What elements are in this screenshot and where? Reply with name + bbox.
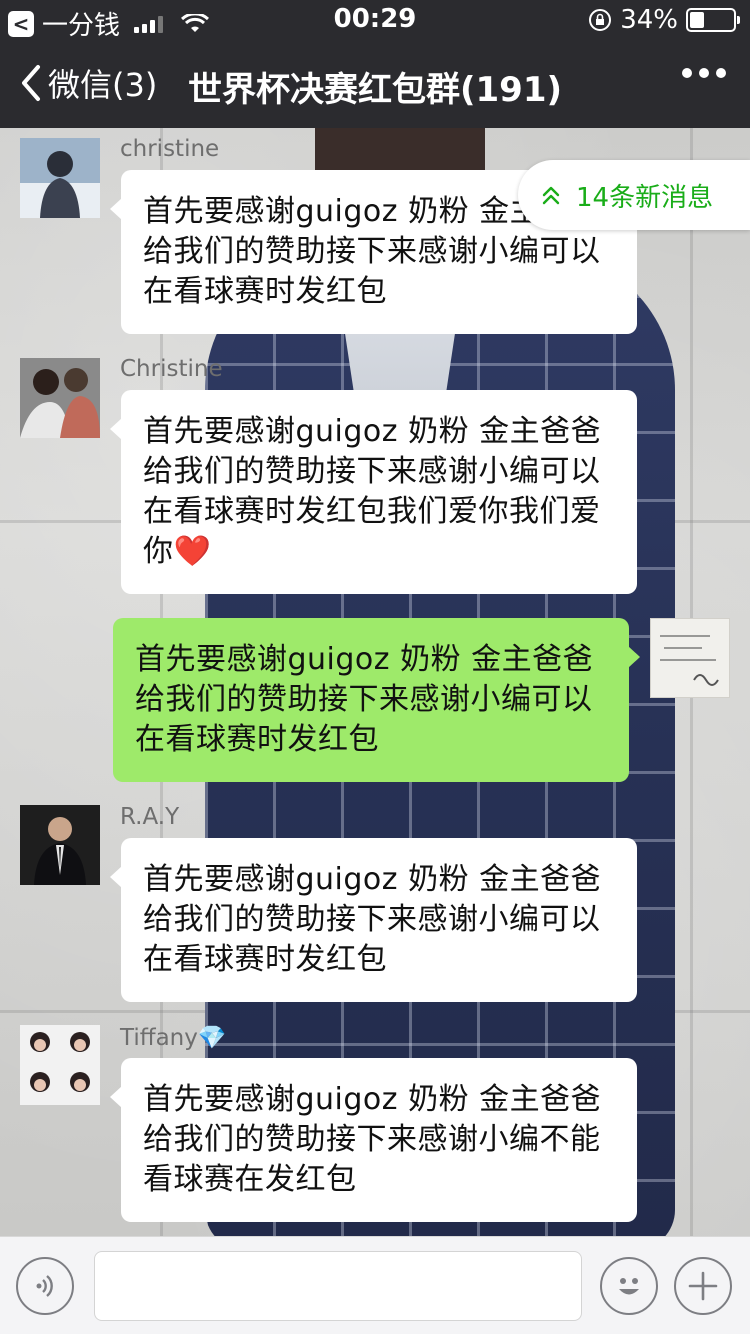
chat-title: 世界杯决赛红包群(191) (187, 70, 563, 110)
avatar[interactable] (20, 138, 100, 218)
avatar[interactable] (20, 805, 100, 885)
double-chevron-up-icon (542, 186, 560, 205)
plus-icon (688, 1271, 718, 1301)
message-text: 首先要感谢guigoz 奶粉 金主爸爸给我们的赞助接下来感谢小编可以在看球赛时发… (143, 862, 602, 977)
diamond-emoji: 💎 (197, 1025, 227, 1051)
voice-icon (36, 1275, 53, 1297)
sender-name: R.A.Y (120, 804, 180, 830)
my-avatar[interactable] (650, 618, 730, 698)
message-input[interactable] (94, 1251, 582, 1321)
new-messages-label: 14条新消息 (576, 182, 714, 213)
avatar[interactable] (20, 358, 100, 438)
status-bar: < 一分钱 00:29 34% (0, 0, 750, 41)
rotation-lock-icon (589, 9, 612, 31)
sender-name: christine (120, 136, 220, 162)
more-button[interactable] (682, 68, 726, 78)
avatar[interactable] (20, 1025, 100, 1105)
message-text: 首先要感谢guigoz 奶粉 金主爸爸给我们的赞助接下来感谢小编可以在看球赛时发… (135, 642, 594, 757)
message-bubble[interactable]: 首先要感谢guigoz 奶粉 金主爸爸给我们的赞助接下来感谢小编可以在看球赛时发… (110, 390, 637, 594)
input-bar (0, 1236, 750, 1334)
message-text: 首先要感谢guigoz 奶粉 金主爸爸给我们的赞助接下来感谢小编可以在看球赛时发… (143, 414, 602, 569)
emoji-icon (619, 1278, 639, 1295)
sender-name: Christine (120, 356, 223, 382)
new-messages-badge[interactable]: 14条新消息 (518, 160, 750, 230)
emoji-button[interactable] (600, 1257, 658, 1315)
message-text: 首先要感谢guigoz 奶粉 金主爸爸给我们的赞助接下来感谢小编不能看球赛在发红… (143, 1082, 602, 1197)
battery-icon (686, 8, 740, 32)
more-dot-icon (699, 68, 709, 78)
sender-name: Tiffany💎 (120, 1025, 227, 1051)
plus-button[interactable] (674, 1257, 732, 1315)
message-bubble[interactable]: 首先要感谢guigoz 奶粉 金主爸爸给我们的赞助接下来感谢小编可以在看球赛时发… (110, 838, 637, 1002)
nav-bar: 微信(3) 世界杯决赛红包群(191) (0, 40, 750, 128)
message-list[interactable]: christine 首先要感谢guigoz 奶粉 金主爸爸给我们的赞助接下来感谢… (0, 128, 750, 1236)
my-message-bubble[interactable]: 首先要感谢guigoz 奶粉 金主爸爸给我们的赞助接下来感谢小编可以在看球赛时发… (113, 618, 640, 782)
more-dot-icon (682, 68, 692, 78)
heart-emoji: ❤️ (173, 534, 212, 569)
more-dot-icon (716, 68, 726, 78)
battery-percent: 34% (620, 5, 678, 35)
voice-button[interactable] (16, 1257, 74, 1315)
message-bubble[interactable]: 首先要感谢guigoz 奶粉 金主爸爸给我们的赞助接下来感谢小编不能看球赛在发红… (110, 1058, 637, 1222)
